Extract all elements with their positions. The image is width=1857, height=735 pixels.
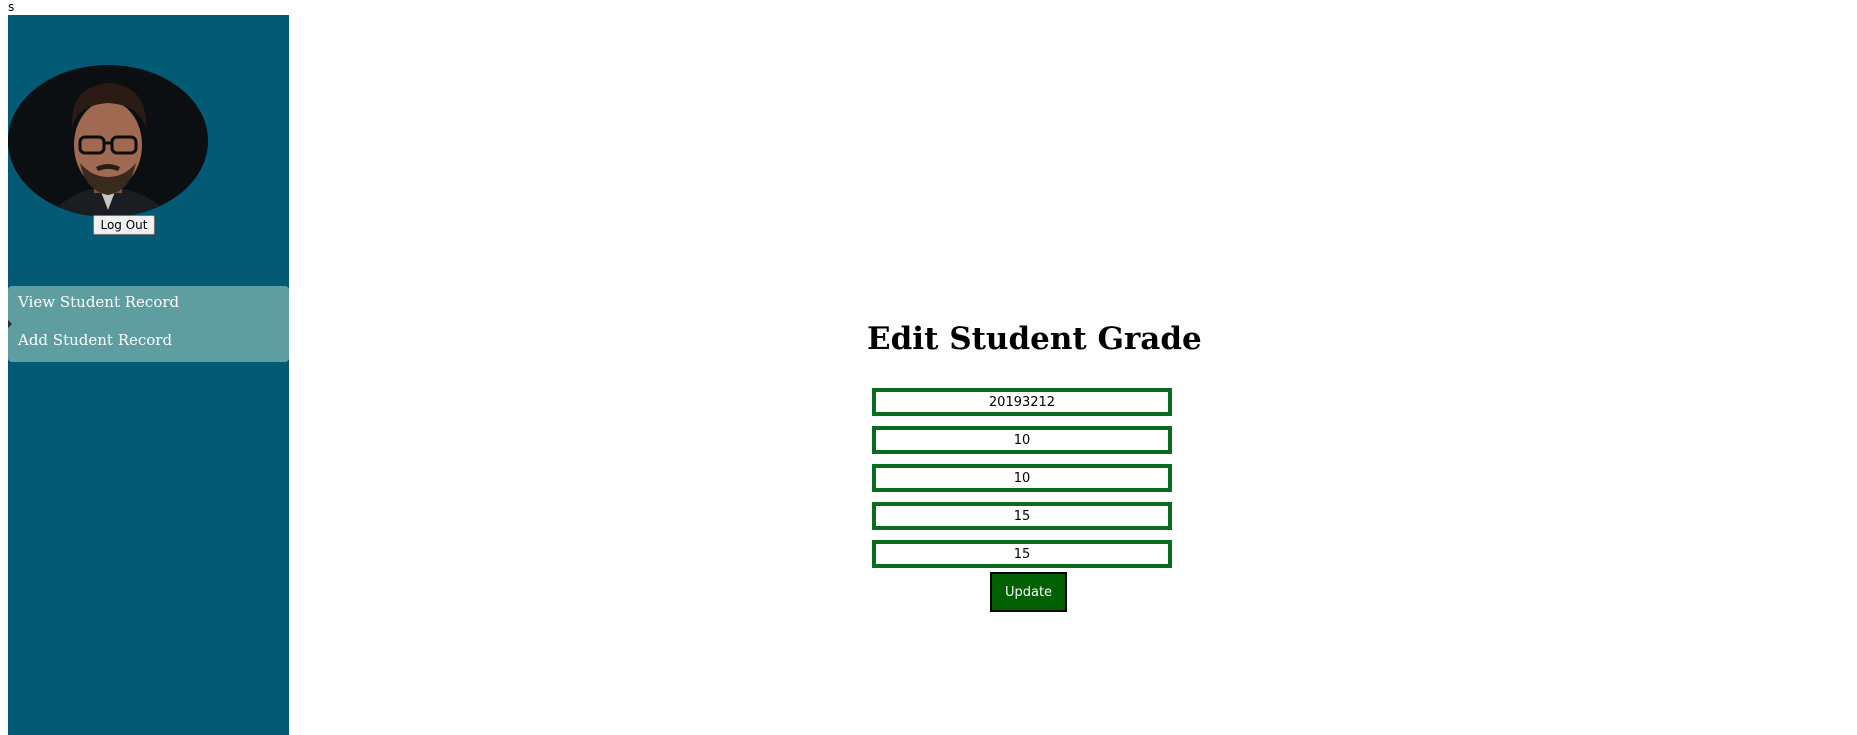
sidebar-item-add-student-record[interactable]: Add Student Record	[18, 331, 172, 349]
avatar	[8, 65, 208, 217]
sidebar-nav: View Student Record Add Student Record	[8, 286, 289, 362]
logout-button[interactable]: Log Out	[93, 215, 155, 235]
nav-marker-icon	[8, 320, 12, 328]
student-id-field[interactable]	[872, 388, 1172, 416]
grade-field-2[interactable]	[872, 464, 1172, 492]
grade-field-4[interactable]	[872, 540, 1172, 568]
sidebar: Log Out View Student Record Add Student …	[8, 15, 289, 735]
page-top-text: s	[8, 0, 15, 14]
grade-field-3[interactable]	[872, 502, 1172, 530]
update-button[interactable]: Update	[990, 572, 1067, 612]
avatar-portrait-image	[8, 65, 208, 217]
page-title: Edit Student Grade	[867, 321, 1202, 357]
grade-field-1[interactable]	[872, 426, 1172, 454]
sidebar-item-view-student-record[interactable]: View Student Record	[18, 293, 179, 311]
